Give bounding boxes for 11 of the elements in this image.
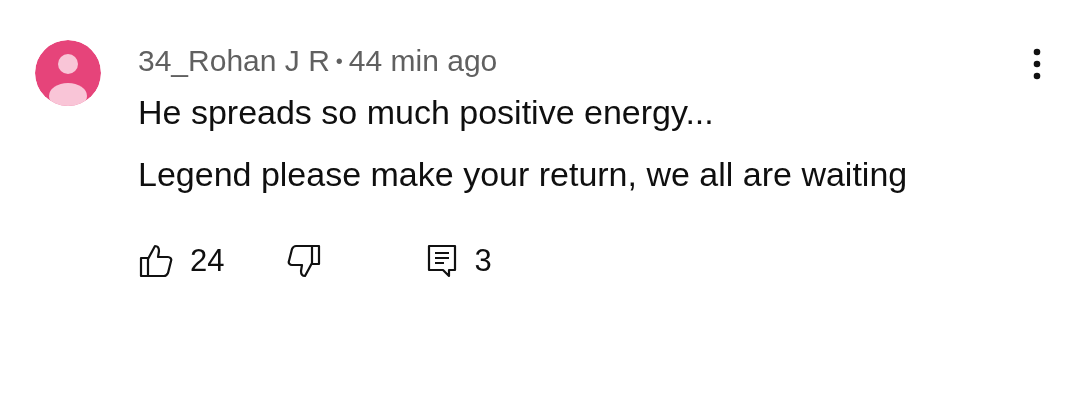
- like-count: 24: [190, 243, 225, 279]
- thumbs-down-icon[interactable]: [286, 243, 323, 279]
- comment-time: 44 min ago: [348, 44, 498, 78]
- comment-icon[interactable]: [426, 243, 459, 279]
- separator-dot: •: [335, 49, 343, 73]
- author-name[interactable]: 34_Rohan J R: [138, 44, 330, 78]
- more-options-icon[interactable]: [1033, 48, 1041, 80]
- avatar-icon[interactable]: [35, 40, 101, 106]
- comment-text: He spreads so much positive energy... Legend please make your return, we all are waiting: [138, 92, 909, 195]
- thumbs-up-icon[interactable]: [138, 243, 174, 279]
- reply-count: 3: [474, 243, 492, 279]
